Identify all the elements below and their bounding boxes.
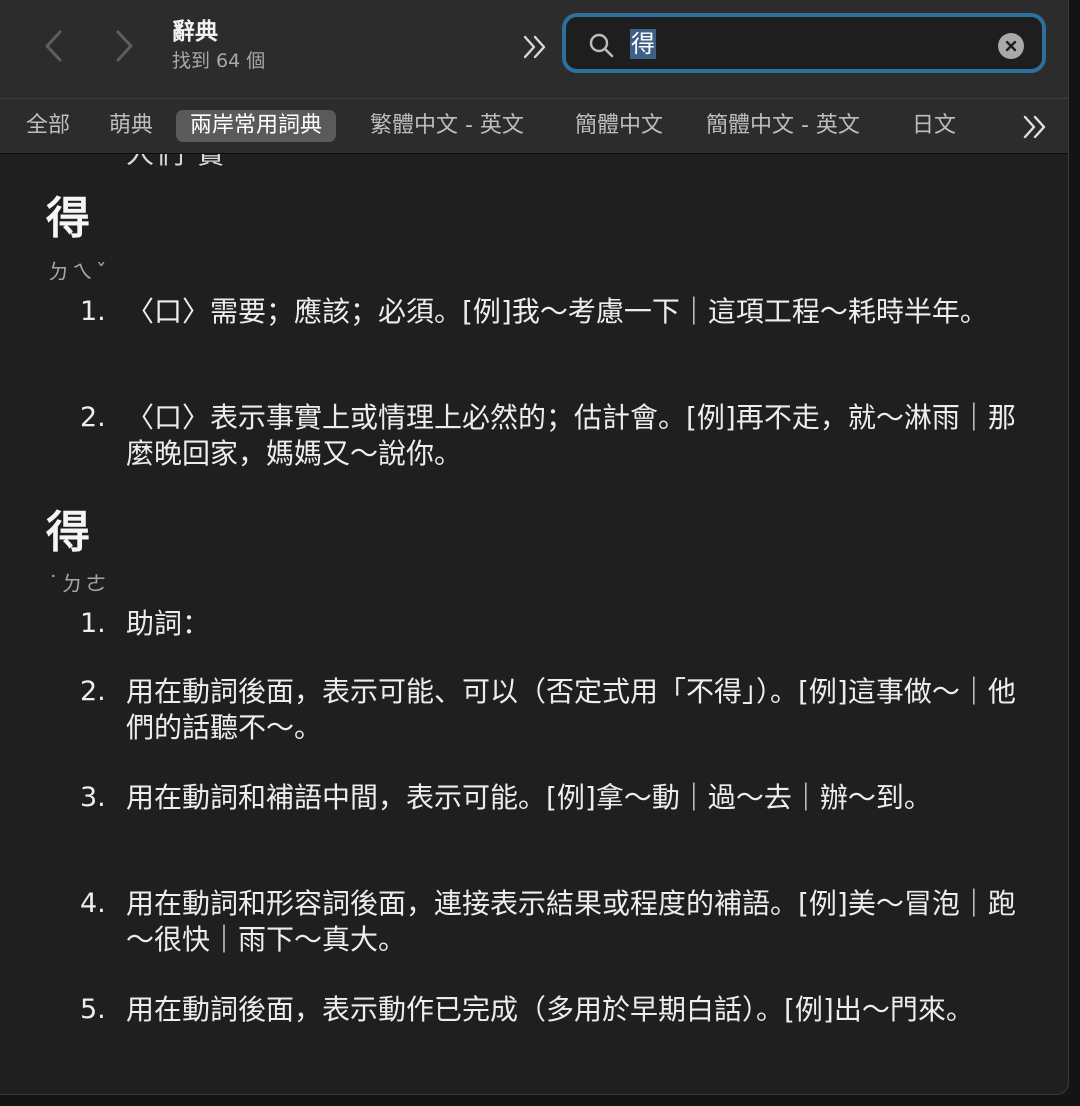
sense-number: 4. [80, 888, 106, 919]
sense-number: 1. [80, 296, 106, 327]
tab-simplified-chinese[interactable]: 簡體中文 [561, 110, 677, 142]
pronunciation: ˙ㄉㄜ [48, 572, 110, 596]
headword: 得 [46, 507, 90, 558]
sense-text: 用在動詞後面，表示可能、可以（否定式用「不得」）。[例]這事做～｜他們的話聽不～… [126, 675, 1016, 744]
tab-all[interactable]: 全部 [12, 110, 84, 142]
result-count: 找到 64 個 [172, 50, 266, 72]
dictionary-tab-bar: 全部 萌典 兩岸常用詞典 繁體中文 - 英文 簡體中文 簡體中文 - 英文 日文 [0, 98, 1068, 154]
chevron-left-icon [45, 30, 62, 62]
dictionary-window: 辭典 找到 64 個 得 全部 萌典 兩岸常用詞典 繁體中文 - 英文 簡體中文… [0, 0, 1069, 1095]
search-input[interactable]: 得 [630, 29, 656, 59]
search-icon [589, 33, 614, 58]
tab-moedict[interactable]: 萌典 [95, 110, 167, 142]
search-field[interactable]: 得 [562, 13, 1046, 73]
sense-text: 用在動詞後面，表示動作已完成（多用於早期白話）。[例]出～門來。 [126, 993, 974, 1026]
back-button[interactable] [34, 26, 74, 66]
sense-number: 1. [80, 608, 106, 639]
sense-text: 〈口〉表示事實上或情理上必然的；估計會。[例]再不走，就～淋雨｜那麼晚回家，媽媽… [126, 401, 1016, 470]
double-chevron-right-icon [1023, 115, 1046, 139]
tab-japanese[interactable]: 日文 [898, 110, 970, 142]
app-title: 辭典 [172, 19, 218, 45]
pronunciation: ㄉㄟˇ [48, 260, 110, 284]
sense-text: 用在動詞和補語中間，表示可能。[例]拿～動｜過～去｜辦～到。 [126, 781, 932, 814]
sense-number: 2. [80, 676, 106, 707]
tab-traditional-chinese-english[interactable]: 繁體中文 - 英文 [356, 110, 538, 142]
sense-number: 5. [80, 994, 106, 1025]
double-chevron-right-icon [523, 35, 546, 59]
title-block: 辭典 找到 64 個 [172, 18, 265, 74]
sense-number: 2. [80, 402, 106, 433]
sense-number: 3. [80, 782, 106, 813]
partial-text-line: 人們 實 [126, 154, 227, 172]
headword: 得 [46, 193, 90, 244]
tab-simplified-chinese-english[interactable]: 簡體中文 - 英文 [692, 110, 874, 142]
clear-search-button[interactable] [998, 33, 1024, 59]
forward-button[interactable] [104, 26, 144, 66]
definition-content: 人們 實 得 ㄉㄟˇ 1. 〈口〉需要；應該；必須。[例]我～考慮一下｜這項工程… [0, 154, 1068, 1094]
sense-text: 助詞： [126, 607, 211, 640]
toolbar-overflow-button[interactable] [518, 30, 552, 64]
close-icon [1005, 40, 1017, 52]
tab-cross-strait-dictionary[interactable]: 兩岸常用詞典 [176, 110, 337, 142]
tabs-overflow-button[interactable] [1018, 112, 1052, 142]
toolbar: 辭典 找到 64 個 得 [0, 0, 1068, 98]
chevron-right-icon [116, 30, 133, 62]
sense-text: 用在動詞和形容詞後面，連接表示結果或程度的補語。[例]美～冒泡｜跑～很快｜雨下～… [126, 887, 1016, 956]
sense-text: 〈口〉需要；應該；必須。[例]我～考慮一下｜這項工程～耗時半年。 [126, 295, 988, 328]
